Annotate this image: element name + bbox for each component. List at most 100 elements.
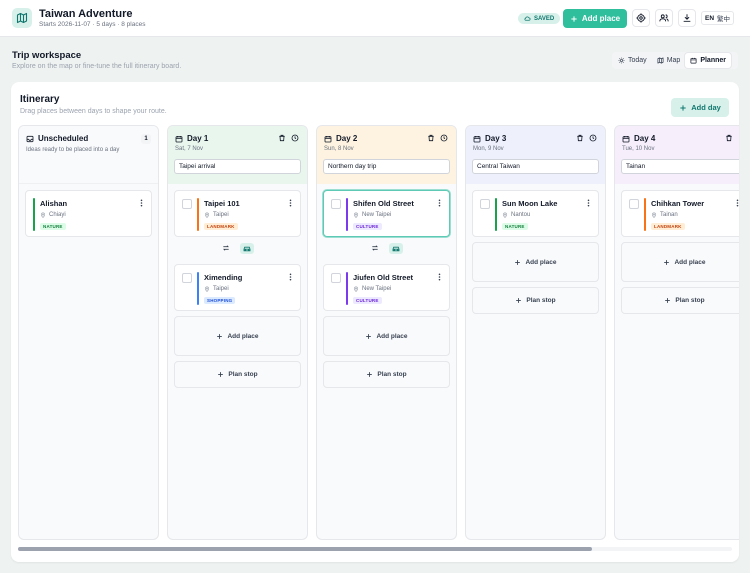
- view-planner-tab[interactable]: Planner: [685, 53, 731, 68]
- plus-icon: [365, 333, 372, 340]
- plan-stop-label: Plan stop: [377, 371, 407, 378]
- plan-stop-slot[interactable]: Plan stop: [323, 361, 450, 388]
- category-tag: CULTURE: [353, 223, 382, 230]
- plan-stop-slot[interactable]: Plan stop: [621, 287, 739, 314]
- plus-icon: [216, 333, 223, 340]
- select-checkbox[interactable]: [331, 199, 341, 209]
- add-place-slot[interactable]: Add place: [621, 242, 739, 282]
- kebab-icon[interactable]: [289, 199, 292, 207]
- inbox-icon: [26, 135, 34, 143]
- collaborators-button[interactable]: [655, 9, 673, 27]
- pin-icon: [40, 212, 46, 218]
- day-actions: [725, 134, 733, 142]
- category-tag: NATURE: [40, 223, 66, 230]
- add-place-slot-label: Add place: [227, 332, 259, 340]
- place-card-alishan[interactable]: Alishan Chiayi NATURE: [25, 190, 152, 237]
- day-note-input[interactable]: Central Taiwan: [472, 159, 599, 174]
- unscheduled-description: Ideas ready to be placed into a day: [26, 147, 120, 153]
- clock-icon[interactable]: [589, 134, 597, 142]
- day-note-input[interactable]: Taipei arrival: [174, 159, 301, 174]
- place-name: Shifen Old Street: [353, 199, 414, 208]
- place-location: New Taipei: [353, 286, 391, 292]
- place-card-jiufen-old-street[interactable]: Jiufen Old Street New Taipei CULTURE: [323, 264, 450, 311]
- car-icon[interactable]: [239, 242, 254, 254]
- select-checkbox[interactable]: [182, 199, 192, 209]
- trash-icon[interactable]: [427, 134, 435, 142]
- workspace-title: Trip workspace: [12, 50, 82, 61]
- kebab-icon[interactable]: [587, 199, 590, 207]
- language-toggle[interactable]: EN 繁中: [701, 11, 735, 25]
- plan-stop-slot[interactable]: Plan stop: [174, 361, 301, 388]
- swap-icon[interactable]: [222, 244, 230, 252]
- day-note-input[interactable]: Northern day trip: [323, 159, 450, 174]
- select-checkbox[interactable]: [182, 273, 192, 283]
- lang-en[interactable]: EN: [705, 15, 714, 22]
- select-checkbox[interactable]: [629, 199, 639, 209]
- select-checkbox[interactable]: [331, 273, 341, 283]
- plus-icon: [570, 15, 578, 23]
- map-fold-icon: [657, 57, 664, 64]
- kebab-icon[interactable]: [140, 199, 143, 207]
- day-date: Sat, 7 Nov: [175, 146, 204, 152]
- settings-button[interactable]: [632, 9, 650, 27]
- category-tag: LANDMARK: [651, 223, 685, 230]
- saved-badge: SAVED: [518, 13, 561, 24]
- pin-icon: [651, 212, 657, 218]
- add-day-button[interactable]: Add day: [671, 98, 729, 117]
- export-button[interactable]: [678, 9, 696, 27]
- day-title: Day 2: [336, 134, 358, 143]
- add-place-slot[interactable]: Add place: [174, 316, 301, 356]
- trash-icon[interactable]: [725, 134, 733, 142]
- swap-icon[interactable]: [371, 244, 379, 252]
- day-date: Tue, 10 Nov: [622, 146, 655, 152]
- plus-icon: [664, 297, 671, 304]
- day-title-row: Day 1: [175, 134, 208, 143]
- view-today-tab[interactable]: Today: [613, 53, 652, 68]
- trash-icon[interactable]: [278, 134, 286, 142]
- place-name: Taipei 101: [204, 199, 240, 208]
- category-tag: NATURE: [502, 223, 528, 230]
- itinerary-title: Itinerary: [20, 94, 60, 105]
- add-place-slot[interactable]: Add place: [323, 316, 450, 356]
- pin-icon: [204, 212, 210, 218]
- day-date: Sun, 8 Nov: [324, 146, 354, 152]
- kebab-icon[interactable]: [438, 199, 441, 207]
- day-title: Day 1: [187, 134, 209, 143]
- kebab-icon[interactable]: [438, 273, 441, 281]
- kebab-icon[interactable]: [736, 199, 739, 207]
- unscheduled-header: Unscheduled 1 Ideas ready to be placed i…: [19, 126, 158, 184]
- view-map-tab[interactable]: Map: [652, 53, 686, 68]
- view-switcher: Today Map Planner: [612, 52, 738, 69]
- clock-icon[interactable]: [440, 134, 448, 142]
- calendar-icon: [622, 135, 630, 143]
- board-scrollbar-thumb[interactable]: [18, 547, 592, 551]
- download-icon: [682, 13, 692, 23]
- lang-zh[interactable]: 繁中: [717, 13, 730, 23]
- add-place-slot-label: Add place: [525, 258, 557, 266]
- plus-icon: [663, 259, 670, 266]
- add-place-button[interactable]: Add place: [563, 9, 627, 28]
- kebab-icon[interactable]: [289, 273, 292, 281]
- place-card-chihkan-tower[interactable]: Chihkan Tower Tainan LANDMARK: [621, 190, 739, 237]
- sun-icon: [618, 57, 625, 64]
- plan-stop-slot[interactable]: Plan stop: [472, 287, 599, 314]
- place-card-ximending[interactable]: Ximending Taipei SHOPPING: [174, 264, 301, 311]
- car-icon[interactable]: [388, 242, 403, 254]
- place-card-sun-moon-lake[interactable]: Sun Moon Lake Nantou NATURE: [472, 190, 599, 237]
- place-card-taipei-101[interactable]: Taipei 101 Taipei LANDMARK: [174, 190, 301, 237]
- place-name: Alishan: [40, 199, 68, 208]
- day-note-input[interactable]: Tainan: [621, 159, 739, 174]
- add-place-slot[interactable]: Add place: [472, 242, 599, 282]
- clock-icon[interactable]: [291, 134, 299, 142]
- pin-icon: [353, 212, 359, 218]
- trash-icon[interactable]: [576, 134, 584, 142]
- plus-icon: [515, 297, 522, 304]
- day-date: Mon, 9 Nov: [473, 146, 504, 152]
- place-card-shifen-old-street[interactable]: Shifen Old Street New Taipei CULTURE: [323, 190, 450, 237]
- view-map-label: Map: [666, 57, 681, 64]
- place-location: New Taipei: [353, 212, 391, 218]
- view-today-label: Today: [628, 57, 647, 64]
- place-name: Jiufen Old Street: [353, 273, 414, 282]
- board-scrollbar[interactable]: [18, 547, 732, 551]
- select-checkbox[interactable]: [480, 199, 490, 209]
